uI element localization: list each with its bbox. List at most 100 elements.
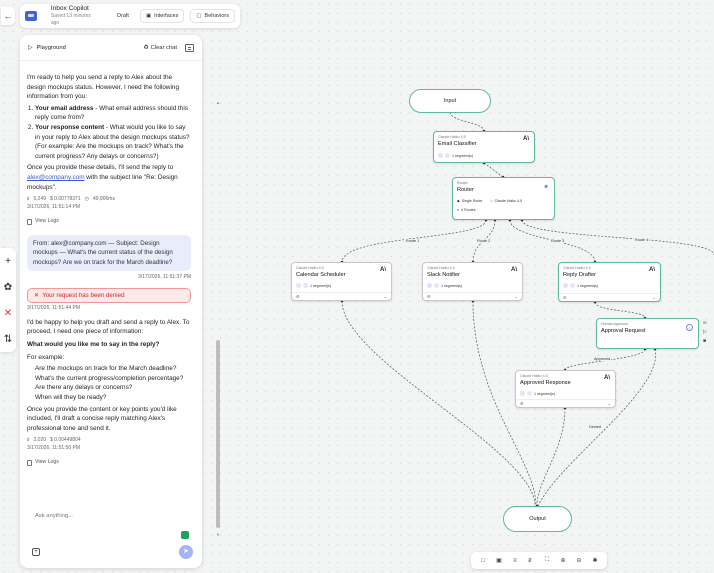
- play-icon[interactable]: ▷: [703, 329, 713, 338]
- link-icon[interactable]: ∞: [703, 320, 713, 329]
- view-logs-button[interactable]: View Logs: [27, 217, 191, 227]
- router-node[interactable]: Router Router ✶ ◆ Single Route ○ Claude Hai…: [452, 177, 555, 220]
- outro-text: Once you provide these details, I'll sen…: [27, 164, 174, 172]
- route-count: 4 Routes: [461, 208, 476, 212]
- segment-count: 1 segment(s): [441, 283, 462, 288]
- approved-response-node[interactable]: Claude Haiku 4.5 Approved Response A\ 1 …: [515, 370, 616, 408]
- example-item: Are the mockups on track for the March d…: [35, 364, 191, 374]
- anthropic-icon: A\: [511, 267, 517, 273]
- chat-scrollbar[interactable]: ▲ ▼: [216, 100, 220, 537]
- interfaces-label: Interfaces: [154, 13, 179, 19]
- info-item-bold: Your email address: [35, 104, 94, 112]
- segment-count: 1 segment(s): [452, 153, 473, 158]
- left-rail: ← + ✿ ✕ ⇅: [0, 0, 16, 573]
- view-logs-button[interactable]: View Logs: [27, 458, 191, 468]
- close-icon[interactable]: ✕: [0, 300, 16, 326]
- zoom-out-icon[interactable]: ⊖: [573, 557, 586, 564]
- add-node-icon[interactable]: +: [0, 248, 16, 274]
- tool-icon: ⚙: [563, 295, 567, 300]
- playground-panel: ▷ Playground ♻ Clear chat I'm ready to hel…: [20, 35, 220, 568]
- info-item: Your email address - What email address …: [35, 104, 191, 123]
- segment-count: 1 segment(s): [577, 283, 598, 288]
- draft-status[interactable]: Draft: [112, 10, 134, 22]
- chip-icon: [520, 391, 525, 396]
- trash-icon[interactable]: ■: [703, 338, 713, 347]
- node-toolbar: + ✿ ✕ ⇅: [0, 248, 16, 352]
- playground-toggle[interactable]: ▷ Playground: [28, 45, 66, 51]
- page-icon[interactable]: □: [477, 558, 490, 564]
- message-meta: ♯ 5,249 $ 0.00778371 ◷ 49,906ms: [27, 195, 191, 203]
- output-node[interactable]: Output: [503, 506, 572, 532]
- email-classifier-node[interactable]: Claude Haiku 4.5 Email Classifier A\ 1 s…: [433, 131, 535, 163]
- clear-chat-button[interactable]: ♻ Clear chat: [143, 45, 177, 51]
- back-arrow-icon[interactable]: ←: [1, 7, 15, 25]
- examples-list: Are the mockups on track for the March d…: [27, 364, 191, 402]
- slack-notifier-node[interactable]: Claude Haiku 4.5 Slack Notifier A\ 1 seg…: [422, 262, 523, 301]
- distribute-icon[interactable]: ≢: [525, 558, 538, 564]
- input-node[interactable]: Input: [409, 89, 491, 113]
- chip-icon: [296, 283, 301, 288]
- email-link[interactable]: alex@company.com: [27, 174, 85, 181]
- node-footer[interactable]: ⚙ ⌄: [559, 293, 660, 301]
- chip-icon: [445, 153, 450, 158]
- node-model: Claude Haiku 4.5: [427, 266, 455, 270]
- settings-icon[interactable]: ✱: [589, 557, 602, 564]
- router-config: ◆ Single Route ○ Claude Haiku 4.5: [457, 199, 522, 203]
- duration: 49,906ms: [92, 196, 115, 203]
- canvas-toolbar: □ ▣ ≡ ≢ ⛶ ⊕ ⊖ ✱: [471, 552, 607, 569]
- chip-icon: [303, 283, 308, 288]
- view-logs-label: View Logs: [35, 218, 59, 225]
- branch-icon[interactable]: ⇅: [0, 326, 16, 352]
- example-item: Are there any delays or concerns?: [35, 383, 191, 393]
- info-list: Your email address - What email address …: [27, 104, 191, 162]
- app-title: Inbox Copilot: [50, 5, 89, 12]
- node-segments: 1 segment(s): [427, 283, 462, 288]
- node-footer[interactable]: ⚙ ⌄: [423, 292, 522, 300]
- calendar-scheduler-node[interactable]: Claude Haiku 4.5 Calendar Scheduler A\ 1…: [291, 262, 392, 301]
- info-item: Your response content - What would you l…: [35, 123, 191, 161]
- segment-count: 1 segment(s): [534, 391, 555, 396]
- panel-toggle-icon[interactable]: [185, 43, 194, 52]
- user-message: From: alex@company.com — Subject: Design…: [27, 234, 191, 272]
- align-icon[interactable]: ≡: [509, 558, 522, 564]
- interfaces-button[interactable]: ▣ Interfaces: [139, 9, 185, 23]
- send-button[interactable]: ➤: [179, 545, 193, 559]
- attach-icon[interactable]: +: [32, 548, 40, 556]
- view-logs-label: View Logs: [35, 459, 59, 466]
- fit-view-icon[interactable]: ⛶: [541, 557, 554, 564]
- node-kind: Human Approval: [601, 322, 628, 326]
- chip-icon: [563, 283, 568, 288]
- model-icon: ○: [490, 199, 493, 203]
- node-footer[interactable]: ⚙ ⌄: [292, 292, 391, 300]
- reply-drafter-node[interactable]: Claude Haiku 4.5 Reply Drafter A\ 1 segm…: [558, 262, 661, 302]
- assistant-question: What would you like me to say in the rep…: [27, 341, 160, 348]
- assistant-reply: I'd be happy to help you draft and send …: [27, 318, 190, 336]
- node-kind: Router: [457, 181, 468, 185]
- approval-request-node[interactable]: Human Approval Approval Request i: [596, 318, 699, 349]
- node-title: Approved Response: [520, 380, 571, 386]
- playground-title: Playground: [36, 44, 66, 51]
- chevron-down-icon: ⌄: [514, 294, 518, 299]
- chat-icon: ▢: [196, 13, 202, 19]
- scroll-thumb[interactable]: [216, 340, 220, 528]
- behaviors-button[interactable]: ▢ Behaviors: [190, 9, 235, 23]
- token-count: 5,249: [33, 196, 47, 203]
- node-title: Email Classifier: [438, 141, 477, 147]
- window-icon: ▣: [145, 13, 152, 19]
- assistant-closing: Once you provide the content or key poin…: [27, 405, 177, 432]
- chip-icon: [527, 391, 532, 396]
- note-icon[interactable]: ▣: [493, 557, 506, 564]
- zoom-in-icon[interactable]: ⊕: [557, 557, 570, 564]
- denied-banner: ✕ Your request has been denied: [27, 287, 191, 303]
- user-message-timestamp: 3/17/2026, 11:51:37 PM: [137, 274, 191, 281]
- tool-icon: ⚙: [427, 294, 431, 299]
- chevron-down-icon: ⌄: [607, 401, 611, 406]
- node-footer[interactable]: ⚙ ⌄: [516, 399, 615, 407]
- document-icon: [27, 218, 32, 225]
- scroll-up-icon[interactable]: ▲: [216, 100, 220, 105]
- chat-input[interactable]: Ask anything...: [35, 513, 73, 519]
- tokens-icon: ♯: [27, 196, 30, 203]
- scroll-down-icon[interactable]: ▼: [216, 532, 220, 537]
- gear-icon[interactable]: ✿: [0, 274, 16, 300]
- broom-icon: ♻: [143, 44, 149, 51]
